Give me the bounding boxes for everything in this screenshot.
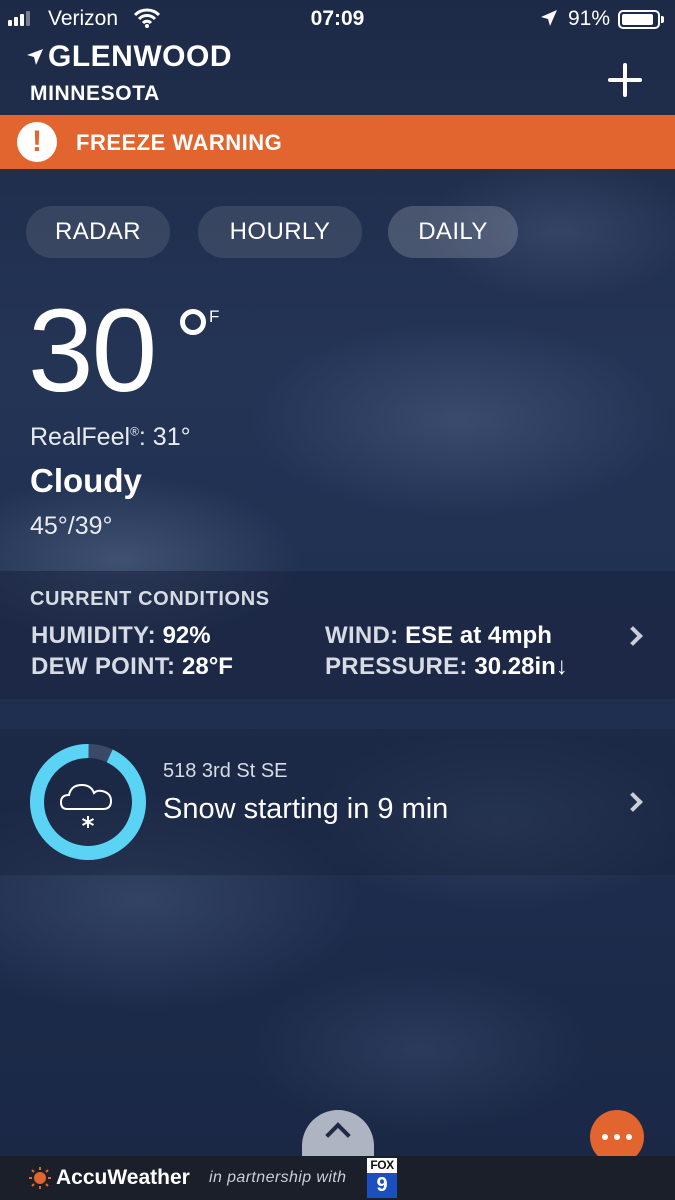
location-button[interactable]: GLENWOOD <box>26 40 232 74</box>
registered-mark: ® <box>130 424 139 439</box>
pressure-label: PRESSURE: <box>325 653 468 680</box>
dot-icon <box>602 1134 608 1140</box>
chevron-right-icon <box>623 626 643 646</box>
chevron-right-icon <box>623 792 643 812</box>
state-name: MINNESOTA <box>30 82 160 105</box>
battery-icon <box>618 10 664 29</box>
accuweather-sun-icon <box>29 1167 51 1189</box>
tab-daily[interactable]: DAILY <box>388 206 518 258</box>
degree-symbol <box>180 309 206 335</box>
tab-radar[interactable]: RADAR <box>26 206 170 258</box>
humidity: HUMIDITY: 92% <box>31 622 211 650</box>
wind-label: WIND: <box>325 622 399 649</box>
location-services-icon <box>541 10 557 26</box>
fox9-logo-bottom: 9 <box>367 1173 397 1198</box>
location-arrow-icon <box>27 49 43 65</box>
dew-point-label: DEW POINT: <box>31 653 176 680</box>
humidity-label: HUMIDITY: <box>31 622 156 649</box>
alert-banner[interactable]: ! FREEZE WARNING <box>0 115 675 169</box>
current-conditions-panel[interactable]: CURRENT CONDITIONS HUMIDITY: 92% DEW POI… <box>0 571 675 699</box>
realfeel-label: RealFeel <box>30 423 131 451</box>
partner-text: in partnership with <box>209 1169 347 1186</box>
pressure: PRESSURE: 30.28in↓ <box>325 653 568 681</box>
minutecast-text: Snow starting in 9 min <box>163 793 449 825</box>
battery-percent: 91% <box>568 7 611 30</box>
conditions-title: CURRENT CONDITIONS <box>30 588 270 610</box>
high-low-temperature: 45°/39° <box>30 512 113 540</box>
temperature-unit: F <box>209 307 220 326</box>
weather-phrase: Cloudy <box>30 462 142 499</box>
tab-hourly[interactable]: HOURLY <box>198 206 362 258</box>
accuweather-logo-text: AccuWeather <box>56 1166 190 1189</box>
dot-icon <box>614 1134 620 1140</box>
current-temperature: 30 <box>28 285 157 417</box>
city-name: GLENWOOD <box>48 40 232 73</box>
alert-text: FREEZE WARNING <box>76 130 283 155</box>
dot-icon <box>626 1134 632 1140</box>
fox9-logo-top: FOX <box>367 1158 397 1173</box>
precipitation-ring <box>30 744 146 860</box>
pressure-value: 30.28in <box>474 653 556 680</box>
alert-icon: ! <box>17 122 57 162</box>
status-bar: Verizon 07:09 91% <box>0 0 675 38</box>
cloud-snow-icon <box>59 783 113 828</box>
realfeel: RealFeel®: 31° <box>30 423 191 452</box>
wind-value: ESE at 4mph <box>405 622 552 649</box>
pressure-trend-icon: ↓ <box>555 653 568 680</box>
dew-point-value: 28°F <box>182 653 233 680</box>
fox9-logo[interactable]: FOX 9 <box>367 1158 397 1198</box>
dew-point: DEW POINT: 28°F <box>31 653 233 681</box>
chevron-up-icon <box>325 1122 351 1148</box>
expand-button[interactable] <box>302 1110 374 1156</box>
minutecast-panel[interactable]: 518 3rd St SE Snow starting in 9 min <box>0 729 675 875</box>
battery-fill <box>622 14 653 25</box>
humidity-value: 92% <box>162 622 211 649</box>
minutecast-address: 518 3rd St SE <box>163 760 288 782</box>
realfeel-value: : 31° <box>138 423 191 451</box>
add-location-button[interactable] <box>600 55 650 105</box>
wind: WIND: ESE at 4mph <box>325 622 552 650</box>
footer: AccuWeather in partnership with FOX 9 <box>0 1156 675 1200</box>
